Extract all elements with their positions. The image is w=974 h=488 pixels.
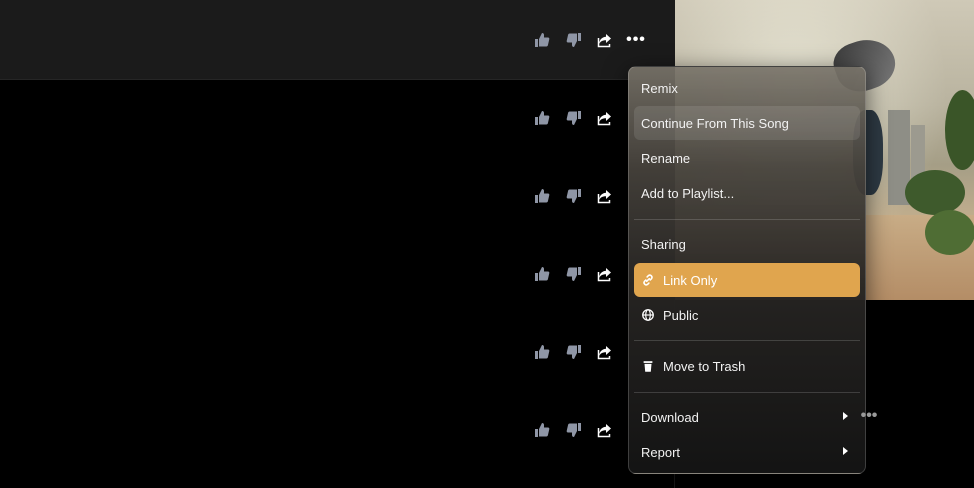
thumbs-up-button[interactable] [531,263,553,285]
thumbs-down-button[interactable] [563,341,585,363]
menu-item-public[interactable]: Public [634,298,860,332]
share-icon [597,110,613,126]
share-icon [597,188,613,204]
menu-item-label: Rename [641,150,691,166]
share-icon [597,266,613,282]
menu-divider [634,392,860,393]
share-icon [597,422,613,438]
thumbs-up-button[interactable] [531,341,553,363]
menu-item-label: Remix [641,80,678,96]
menu-item-label: Add to Playlist... [641,185,735,201]
song-context-menu: Remix Continue From This Song Rename Add… [628,66,866,474]
menu-item-link-only[interactable]: Link Only [634,263,860,297]
song-actions-row: ••• [530,29,675,53]
thumbs-up-icon [534,110,550,126]
menu-item-continue-from-song[interactable]: Continue From This Song [634,106,860,140]
chevron-right-icon [843,447,848,455]
menu-item-download[interactable]: Download [634,400,860,434]
chevron-right-icon [843,412,848,420]
thumbs-up-button[interactable] [531,419,553,441]
menu-item-add-to-playlist[interactable]: Add to Playlist... [634,176,860,210]
share-button[interactable] [594,185,616,207]
thumbs-down-button[interactable] [563,107,585,129]
thumbs-down-icon [566,266,582,282]
thumbs-down-button[interactable] [563,29,585,51]
share-button[interactable] [594,107,616,129]
thumbs-down-icon [566,110,582,126]
menu-item-label: Download [641,409,699,425]
thumbs-down-button[interactable] [563,263,585,285]
more-options-button[interactable]: ••• [625,29,647,51]
thumbs-up-icon [534,422,550,438]
share-button[interactable] [594,341,616,363]
sharing-heading: Sharing [641,237,686,252]
menu-item-label: Continue From This Song [641,115,789,131]
share-button[interactable] [594,29,616,51]
menu-item-report[interactable]: Report [634,435,860,469]
menu-item-rename[interactable]: Rename [634,141,860,175]
link-icon [641,273,655,287]
share-icon [597,32,613,48]
menu-item-label: Move to Trash [663,358,746,374]
menu-item-remix[interactable]: Remix [634,71,860,105]
thumbs-down-icon [566,344,582,360]
menu-divider [634,340,860,341]
menu-item-label: Report [641,444,681,460]
thumbs-up-button[interactable] [531,185,553,207]
menu-item-label: Public [663,307,699,323]
thumbs-up-button[interactable] [531,29,553,51]
more-options-button[interactable]: ••• [858,405,880,427]
thumbs-up-icon [534,344,550,360]
trash-icon [641,359,655,373]
share-button[interactable] [594,419,616,441]
thumbs-down-button[interactable] [563,419,585,441]
menu-divider [634,219,860,220]
menu-item-label: Link Only [663,272,718,288]
share-button[interactable] [594,263,616,285]
thumbs-up-button[interactable] [531,107,553,129]
thumbs-down-icon [566,188,582,204]
thumbs-up-icon [534,266,550,282]
thumbs-down-icon [566,422,582,438]
globe-icon [641,308,655,322]
thumbs-up-icon [534,32,550,48]
thumbs-up-icon [534,188,550,204]
share-icon [597,344,613,360]
thumbs-down-button[interactable] [563,185,585,207]
thumbs-down-icon [566,32,582,48]
menu-item-move-to-trash[interactable]: Move to Trash [634,349,860,383]
